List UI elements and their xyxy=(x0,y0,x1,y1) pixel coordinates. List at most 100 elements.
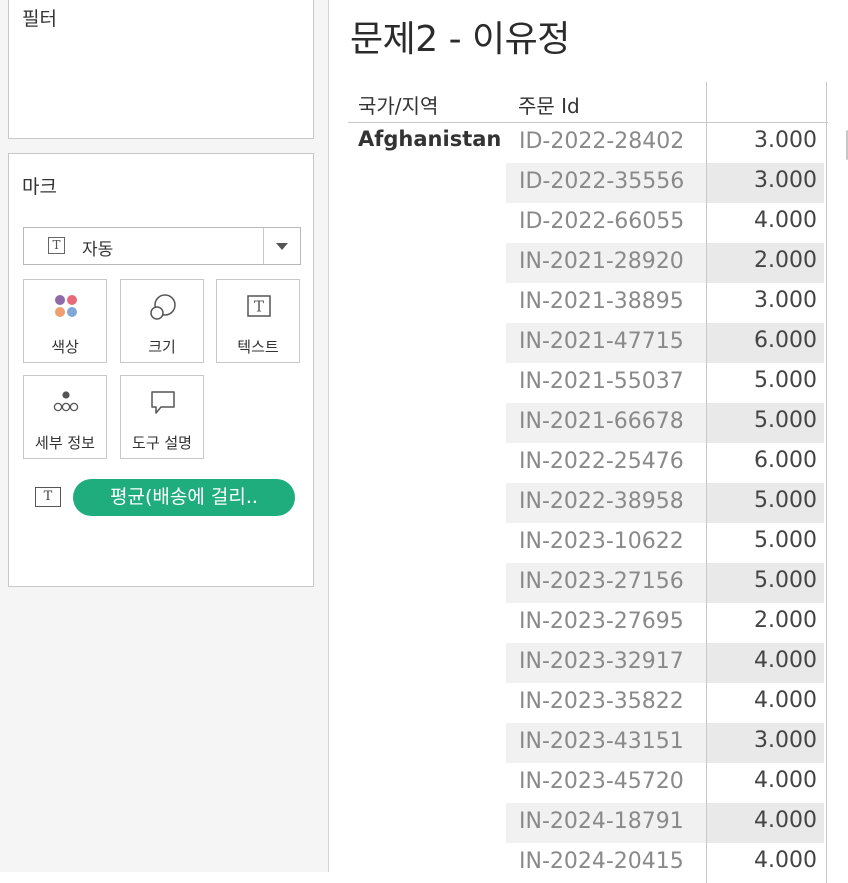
order-id-cell[interactable]: IN-2023-10622 xyxy=(506,523,706,563)
value-cell[interactable]: 3.000 xyxy=(706,283,824,323)
column-header-order-id[interactable]: 주문 Id xyxy=(518,90,580,119)
table-row[interactable]: IN-2024-18791 4.000 xyxy=(506,803,826,843)
value-cell[interactable]: 6.000 xyxy=(706,323,824,363)
order-id-cell[interactable]: IN-2022-25476 xyxy=(506,443,706,483)
order-id-cell[interactable]: IN-2023-27695 xyxy=(506,603,706,643)
mark-type-dropdown[interactable]: T 자동 xyxy=(23,227,301,265)
table-row[interactable]: IN-2021-55037 5.000 xyxy=(506,363,826,403)
value-cell[interactable]: 4.000 xyxy=(706,843,824,883)
value-text: 6.000 xyxy=(754,328,817,353)
detail-button[interactable]: 세부 정보 xyxy=(23,375,107,459)
size-button[interactable]: 크기 xyxy=(120,279,204,363)
order-id-cell[interactable]: IN-2023-32917 xyxy=(506,643,706,683)
column-divider xyxy=(826,123,827,883)
order-id-text: IN-2023-45720 xyxy=(519,769,684,794)
text-icon: T xyxy=(247,295,271,317)
detail-icon xyxy=(53,391,79,412)
value-cell[interactable]: 5.000 xyxy=(706,523,824,563)
order-id-cell[interactable]: IN-2022-38958 xyxy=(506,483,706,523)
value-cell[interactable]: 4.000 xyxy=(706,203,824,243)
order-id-cell[interactable]: IN-2021-38895 xyxy=(506,283,706,323)
order-id-cell[interactable]: IN-2023-35822 xyxy=(506,683,706,723)
color-button[interactable]: 색상 xyxy=(23,279,107,363)
text-icon: T xyxy=(48,237,65,254)
tooltip-label: 도구 설명 xyxy=(132,434,192,452)
order-id-text: IN-2022-38958 xyxy=(519,489,684,514)
value-text: 6.000 xyxy=(754,448,817,473)
value-cell[interactable]: 4.000 xyxy=(706,763,824,803)
table-row[interactable]: IN-2021-66678 5.000 xyxy=(506,403,826,443)
size-icon xyxy=(150,294,176,320)
value-cell[interactable]: 5.000 xyxy=(706,363,824,403)
value-cell[interactable]: 4.000 xyxy=(706,803,824,843)
value-text: 3.000 xyxy=(754,728,817,753)
tooltip-icon xyxy=(151,391,175,414)
table-row[interactable]: IN-2021-38895 3.000 xyxy=(506,283,826,323)
order-id-text: IN-2023-27156 xyxy=(519,569,684,594)
column-header-country[interactable]: 국가/지역 xyxy=(358,90,438,119)
value-text: 4.000 xyxy=(754,848,817,873)
table-row[interactable]: IN-2023-27156 5.000 xyxy=(506,563,826,603)
table-row[interactable]: IN-2022-38958 5.000 xyxy=(506,483,826,523)
table-row[interactable]: IN-2024-20415 4.000 xyxy=(506,843,826,883)
order-id-cell[interactable]: ID-2022-66055 xyxy=(506,203,706,243)
table-row[interactable]: ID-2022-35556 3.000 xyxy=(506,163,826,203)
order-id-cell[interactable]: IN-2021-28920 xyxy=(506,243,706,283)
order-id-cell[interactable]: ID-2022-35556 xyxy=(506,163,706,203)
value-text: 5.000 xyxy=(754,368,817,393)
value-text: 3.000 xyxy=(754,168,817,193)
order-id-cell[interactable]: IN-2021-55037 xyxy=(506,363,706,403)
order-id-text: IN-2021-47715 xyxy=(519,329,684,354)
text-icon: T xyxy=(35,487,61,507)
table-row[interactable]: ID-2022-28402 3.000 xyxy=(506,123,826,163)
value-text: 5.000 xyxy=(754,568,817,593)
table-row[interactable]: IN-2022-25476 6.000 xyxy=(506,443,826,483)
table-row[interactable]: ID-2022-66055 4.000 xyxy=(506,203,826,243)
order-id-cell[interactable]: IN-2021-66678 xyxy=(506,403,706,443)
table-row[interactable]: IN-2023-32917 4.000 xyxy=(506,643,826,683)
size-label: 크기 xyxy=(148,338,176,356)
color-icon xyxy=(55,295,77,317)
value-text: 3.000 xyxy=(754,288,817,313)
value-cell[interactable]: 3.000 xyxy=(706,723,824,763)
left-pane: 필터 마크 T 자동 색상 크기 T 텍스트 세부 정보 도구 설명 T 평균(… xyxy=(0,0,329,872)
value-cell[interactable]: 2.000 xyxy=(706,603,824,643)
table-row[interactable]: IN-2023-45720 4.000 xyxy=(506,763,826,803)
value-cell[interactable]: 3.000 xyxy=(706,123,824,163)
order-id-cell[interactable]: IN-2023-43151 xyxy=(506,723,706,763)
filters-shelf[interactable]: 필터 xyxy=(8,0,314,139)
order-id-cell[interactable]: IN-2024-20415 xyxy=(506,843,706,883)
order-id-cell[interactable]: IN-2024-18791 xyxy=(506,803,706,843)
table-row[interactable]: IN-2021-47715 6.000 xyxy=(506,323,826,363)
table-row[interactable]: IN-2023-35822 4.000 xyxy=(506,683,826,723)
order-id-text: ID-2022-66055 xyxy=(519,209,685,234)
order-id-cell[interactable]: ID-2022-28402 xyxy=(506,123,706,163)
table-row[interactable]: IN-2023-43151 3.000 xyxy=(506,723,826,763)
chevron-down-icon[interactable] xyxy=(263,228,300,264)
order-id-text: IN-2021-55037 xyxy=(519,369,684,394)
value-cell[interactable]: 3.000 xyxy=(706,163,824,203)
order-id-cell[interactable]: IN-2023-27156 xyxy=(506,563,706,603)
order-id-cell[interactable]: IN-2023-45720 xyxy=(506,763,706,803)
text-button[interactable]: T 텍스트 xyxy=(216,279,300,363)
value-cell[interactable]: 5.000 xyxy=(706,483,824,523)
value-cell[interactable]: 5.000 xyxy=(706,563,824,603)
value-cell[interactable]: 4.000 xyxy=(706,683,824,723)
order-id-cell[interactable]: IN-2021-47715 xyxy=(506,323,706,363)
marks-title: 마크 xyxy=(22,176,57,198)
value-text: 2.000 xyxy=(754,608,817,633)
value-text: 4.000 xyxy=(754,808,817,833)
tooltip-button[interactable]: 도구 설명 xyxy=(120,375,204,459)
value-text: 2.000 xyxy=(754,248,817,273)
value-cell[interactable]: 5.000 xyxy=(706,403,824,443)
country-cell[interactable]: Afghanistan xyxy=(358,127,501,151)
value-cell[interactable]: 6.000 xyxy=(706,443,824,483)
value-cell[interactable]: 4.000 xyxy=(706,643,824,683)
table-row[interactable]: IN-2023-27695 2.000 xyxy=(506,603,826,643)
value-cell[interactable]: 2.000 xyxy=(706,243,824,283)
measure-pill[interactable]: 평균(배송에 걸리.. xyxy=(73,479,295,516)
table-row[interactable]: IN-2021-28920 2.000 xyxy=(506,243,826,283)
value-text: 4.000 xyxy=(754,688,817,713)
svg-text:T: T xyxy=(254,298,264,316)
table-row[interactable]: IN-2023-10622 5.000 xyxy=(506,523,826,563)
